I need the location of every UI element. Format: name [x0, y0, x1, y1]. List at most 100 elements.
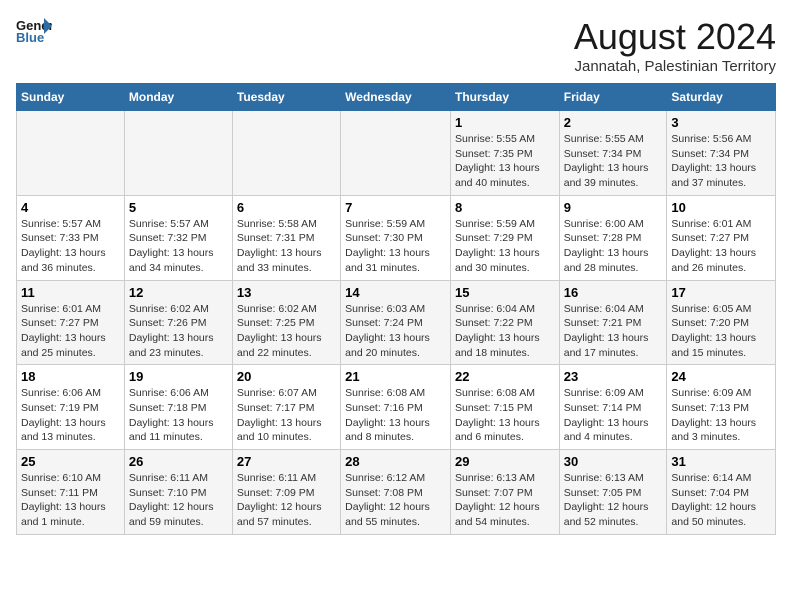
- day-number: 27: [237, 454, 336, 469]
- page-header: General Blue August 2024 Jannatah, Pales…: [16, 16, 776, 75]
- day-number: 3: [671, 115, 771, 130]
- day-cell: [341, 111, 451, 196]
- day-number: 17: [671, 285, 771, 300]
- day-cell: [17, 111, 125, 196]
- day-number: 30: [564, 454, 663, 469]
- day-info: Sunrise: 6:13 AM Sunset: 7:07 PM Dayligh…: [455, 471, 555, 530]
- day-cell: 3 Sunrise: 5:56 AM Sunset: 7:34 PM Daylig…: [667, 111, 776, 196]
- day-info: Sunrise: 6:09 AM Sunset: 7:14 PM Dayligh…: [564, 386, 663, 445]
- day-cell: 14 Sunrise: 6:03 AM Sunset: 7:24 PM Dayli…: [341, 280, 451, 365]
- day-info: Sunrise: 5:55 AM Sunset: 7:35 PM Dayligh…: [455, 132, 555, 191]
- day-info: Sunrise: 6:07 AM Sunset: 7:17 PM Dayligh…: [237, 386, 336, 445]
- day-cell: 16 Sunrise: 6:04 AM Sunset: 7:21 PM Dayli…: [559, 280, 667, 365]
- day-number: 21: [345, 369, 446, 384]
- title-block: August 2024 Jannatah, Palestinian Territ…: [574, 16, 776, 75]
- day-info: Sunrise: 6:04 AM Sunset: 7:21 PM Dayligh…: [564, 302, 663, 361]
- day-cell: [124, 111, 232, 196]
- day-header-tuesday: Tuesday: [232, 84, 340, 111]
- day-number: 24: [671, 369, 771, 384]
- day-info: Sunrise: 6:06 AM Sunset: 7:18 PM Dayligh…: [129, 386, 228, 445]
- day-cell: 2Sunrise: 5:55 AM Sunset: 7:34 PM Daylig…: [559, 111, 667, 196]
- day-header-monday: Monday: [124, 84, 232, 111]
- day-cell: 23 Sunrise: 6:09 AM Sunset: 7:14 PM Dayli…: [559, 365, 667, 450]
- day-number: 28: [345, 454, 446, 469]
- day-info: Sunrise: 6:01 AM Sunset: 7:27 PM Dayligh…: [21, 302, 120, 361]
- calendar-table: SundayMondayTuesdayWednesdayThursdayFrid…: [16, 83, 776, 535]
- day-header-friday: Friday: [559, 84, 667, 111]
- day-cell: 26 Sunrise: 6:11 AM Sunset: 7:10 PM Dayli…: [124, 450, 232, 535]
- day-number: 29: [455, 454, 555, 469]
- day-cell: 12Sunrise: 6:02 AM Sunset: 7:26 PM Dayli…: [124, 280, 232, 365]
- main-title: August 2024: [574, 16, 776, 58]
- day-header-wednesday: Wednesday: [341, 84, 451, 111]
- day-number: 13: [237, 285, 336, 300]
- day-number: 16: [564, 285, 663, 300]
- svg-text:Blue: Blue: [16, 30, 44, 45]
- day-cell: 11Sunrise: 6:01 AM Sunset: 7:27 PM Dayli…: [17, 280, 125, 365]
- day-info: Sunrise: 6:01 AM Sunset: 7:27 PM Dayligh…: [671, 217, 771, 276]
- day-info: Sunrise: 6:02 AM Sunset: 7:25 PM Dayligh…: [237, 302, 336, 361]
- day-number: 9: [564, 200, 663, 215]
- day-header-saturday: Saturday: [667, 84, 776, 111]
- day-cell: 8 Sunrise: 5:59 AM Sunset: 7:29 PM Daylig…: [450, 195, 559, 280]
- day-cell: 29 Sunrise: 6:13 AM Sunset: 7:07 PM Dayli…: [450, 450, 559, 535]
- day-info: Sunrise: 6:00 AM Sunset: 7:28 PM Dayligh…: [564, 217, 663, 276]
- day-number: 23: [564, 369, 663, 384]
- week-row-4: 25Sunrise: 6:10 AM Sunset: 7:11 PM Dayli…: [17, 450, 776, 535]
- day-info: Sunrise: 6:06 AM Sunset: 7:19 PM Dayligh…: [21, 386, 120, 445]
- day-cell: 17 Sunrise: 6:05 AM Sunset: 7:20 PM Dayli…: [667, 280, 776, 365]
- day-number: 2: [564, 115, 663, 130]
- day-info: Sunrise: 6:14 AM Sunset: 7:04 PM Dayligh…: [671, 471, 771, 530]
- day-number: 18: [21, 369, 120, 384]
- week-row-3: 18 Sunrise: 6:06 AM Sunset: 7:19 PM Dayli…: [17, 365, 776, 450]
- day-cell: 21 Sunrise: 6:08 AM Sunset: 7:16 PM Dayli…: [341, 365, 451, 450]
- day-cell: 15Sunrise: 6:04 AM Sunset: 7:22 PM Dayli…: [450, 280, 559, 365]
- day-info: Sunrise: 6:12 AM Sunset: 7:08 PM Dayligh…: [345, 471, 446, 530]
- day-number: 6: [237, 200, 336, 215]
- day-cell: 6 Sunrise: 5:58 AM Sunset: 7:31 PM Daylig…: [232, 195, 340, 280]
- day-number: 26: [129, 454, 228, 469]
- day-info: Sunrise: 6:05 AM Sunset: 7:20 PM Dayligh…: [671, 302, 771, 361]
- day-info: Sunrise: 6:03 AM Sunset: 7:24 PM Dayligh…: [345, 302, 446, 361]
- day-number: 14: [345, 285, 446, 300]
- day-info: Sunrise: 6:08 AM Sunset: 7:16 PM Dayligh…: [345, 386, 446, 445]
- day-cell: 9 Sunrise: 6:00 AM Sunset: 7:28 PM Daylig…: [559, 195, 667, 280]
- day-number: 8: [455, 200, 555, 215]
- day-info: Sunrise: 5:58 AM Sunset: 7:31 PM Dayligh…: [237, 217, 336, 276]
- day-info: Sunrise: 6:11 AM Sunset: 7:09 PM Dayligh…: [237, 471, 336, 530]
- day-cell: 24 Sunrise: 6:09 AM Sunset: 7:13 PM Dayli…: [667, 365, 776, 450]
- day-info: Sunrise: 5:57 AM Sunset: 7:32 PM Dayligh…: [129, 217, 228, 276]
- day-info: Sunrise: 6:02 AM Sunset: 7:26 PM Dayligh…: [129, 302, 228, 361]
- day-number: 4: [21, 200, 120, 215]
- day-cell: 25Sunrise: 6:10 AM Sunset: 7:11 PM Dayli…: [17, 450, 125, 535]
- day-cell: 27 Sunrise: 6:11 AM Sunset: 7:09 PM Dayli…: [232, 450, 340, 535]
- day-cell: [232, 111, 340, 196]
- day-number: 7: [345, 200, 446, 215]
- day-number: 15: [455, 285, 555, 300]
- day-number: 22: [455, 369, 555, 384]
- week-row-1: 4 Sunrise: 5:57 AM Sunset: 7:33 PM Daylig…: [17, 195, 776, 280]
- day-info: Sunrise: 5:57 AM Sunset: 7:33 PM Dayligh…: [21, 217, 120, 276]
- day-cell: 10 Sunrise: 6:01 AM Sunset: 7:27 PM Dayli…: [667, 195, 776, 280]
- subtitle: Jannatah, Palestinian Territory: [574, 58, 776, 75]
- week-row-0: 1 Sunrise: 5:55 AM Sunset: 7:35 PM Daylig…: [17, 111, 776, 196]
- day-cell: 20 Sunrise: 6:07 AM Sunset: 7:17 PM Dayli…: [232, 365, 340, 450]
- day-info: Sunrise: 6:11 AM Sunset: 7:10 PM Dayligh…: [129, 471, 228, 530]
- day-number: 25: [21, 454, 120, 469]
- day-number: 20: [237, 369, 336, 384]
- day-info: Sunrise: 6:08 AM Sunset: 7:15 PM Dayligh…: [455, 386, 555, 445]
- day-info: Sunrise: 5:56 AM Sunset: 7:34 PM Dayligh…: [671, 132, 771, 191]
- day-number: 19: [129, 369, 228, 384]
- day-number: 10: [671, 200, 771, 215]
- day-number: 31: [671, 454, 771, 469]
- day-info: Sunrise: 6:09 AM Sunset: 7:13 PM Dayligh…: [671, 386, 771, 445]
- calendar-header: SundayMondayTuesdayWednesdayThursdayFrid…: [17, 84, 776, 111]
- day-cell: 19 Sunrise: 6:06 AM Sunset: 7:18 PM Dayli…: [124, 365, 232, 450]
- day-cell: 4 Sunrise: 5:57 AM Sunset: 7:33 PM Daylig…: [17, 195, 125, 280]
- day-number: 1: [455, 115, 555, 130]
- calendar-body: 1 Sunrise: 5:55 AM Sunset: 7:35 PM Daylig…: [17, 111, 776, 535]
- day-info: Sunrise: 5:59 AM Sunset: 7:29 PM Dayligh…: [455, 217, 555, 276]
- day-cell: 28 Sunrise: 6:12 AM Sunset: 7:08 PM Dayli…: [341, 450, 451, 535]
- day-number: 5: [129, 200, 228, 215]
- day-cell: 30Sunrise: 6:13 AM Sunset: 7:05 PM Dayli…: [559, 450, 667, 535]
